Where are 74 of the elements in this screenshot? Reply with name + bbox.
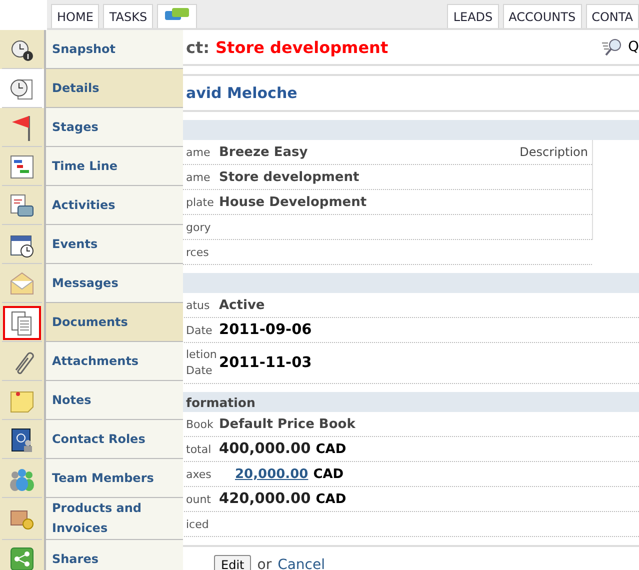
currency: CAD — [313, 466, 344, 482]
menu-item[interactable]: Shares — [46, 540, 183, 570]
menu-icon-cell[interactable] — [0, 108, 46, 147]
field-label: rces — [186, 244, 209, 261]
menu-item[interactable]: Attachments — [46, 342, 183, 381]
document-printer-icon — [8, 192, 36, 220]
project-name: Store development — [216, 38, 388, 56]
field-label: axes — [186, 466, 212, 483]
gantt-chart-icon — [8, 152, 36, 180]
menu-item[interactable]: Activities — [46, 186, 183, 225]
field-value: House Development — [219, 194, 367, 210]
field-label: iced — [186, 516, 209, 533]
field-label: plate — [186, 194, 214, 211]
field-value: Default Price Book — [219, 416, 356, 432]
menu-item[interactable]: Events — [46, 225, 183, 264]
field-label: ame — [186, 144, 210, 161]
menu-icon-cell[interactable] — [0, 303, 46, 342]
nav-tab[interactable]: HOME — [51, 4, 100, 28]
menu-item[interactable]: Time Line — [46, 147, 183, 186]
amount-link[interactable]: 20,000.00 — [235, 466, 308, 482]
menu-item[interactable]: Contact Roles — [46, 420, 183, 459]
envelope-icon — [8, 270, 36, 298]
field-label: ount — [186, 492, 211, 508]
field-value: 400,000.00 — [219, 441, 311, 457]
menu-icon-cell[interactable] — [0, 342, 46, 381]
nav-tab[interactable]: TASKS — [103, 4, 154, 28]
menu-icon-cell[interactable] — [0, 459, 46, 498]
nav-tab[interactable]: ACCOUNTS — [502, 4, 582, 28]
menu-icon-cell[interactable] — [0, 186, 46, 225]
field-value: Breeze Easy — [219, 144, 308, 160]
currency: CAD — [316, 492, 346, 506]
menu-icon-cell[interactable] — [0, 498, 46, 540]
field-value: 420,000.00 — [219, 491, 311, 507]
cancel-link[interactable]: Cancel — [278, 557, 326, 570]
nav-tab[interactable]: LEADS — [447, 4, 499, 28]
menu-icon-cell[interactable] — [0, 147, 46, 186]
page-title: ct: — [186, 38, 210, 56]
menu-icon-cell[interactable] — [0, 264, 46, 303]
project-owner: avid Meloche — [186, 84, 298, 102]
menu-icon-cell[interactable] — [0, 69, 46, 108]
edit-button[interactable]: Edit — [214, 555, 252, 570]
menu-item[interactable]: Details — [46, 69, 183, 108]
field-label: atus — [186, 298, 210, 314]
menu-item[interactable]: Notes — [46, 381, 183, 420]
quick-search-label[interactable]: Q — [628, 39, 639, 55]
search-icon[interactable] — [602, 38, 624, 56]
menu-item[interactable]: Snapshot — [46, 30, 183, 69]
section-title: formation — [186, 394, 256, 410]
chat-tab[interactable] — [157, 4, 198, 28]
menu-icon-cell[interactable] — [0, 30, 46, 69]
menu-item[interactable]: Products and Invoices — [46, 498, 183, 540]
menu-item[interactable]: Stages — [46, 108, 183, 147]
or-text: or — [257, 557, 272, 570]
field-label: letion Date — [186, 346, 217, 379]
field-value: 2011-11-03 — [219, 355, 312, 371]
field-value: 2011-09-06 — [219, 322, 312, 338]
menu-icon-cell[interactable] — [0, 225, 46, 264]
menu-icon-cell[interactable] — [0, 420, 46, 459]
currency: CAD — [316, 442, 346, 456]
field-value: Active — [219, 298, 265, 312]
menu-item[interactable]: Messages — [46, 264, 183, 303]
field-label: gory — [186, 220, 211, 236]
menu-item[interactable]: Team Members — [46, 459, 183, 498]
field-label: Book — [186, 416, 214, 433]
field-label: ame — [186, 170, 210, 186]
field-value: Store development — [219, 170, 360, 184]
chat-bubbles-icon — [164, 7, 190, 23]
menu-icon-cell[interactable] — [0, 381, 46, 420]
share-icon — [8, 545, 36, 570]
field-label: total — [186, 442, 212, 458]
field-label: Description — [520, 145, 589, 159]
menu-item[interactable]: Documents — [46, 303, 183, 342]
field-label: Date — [186, 322, 212, 339]
nav-tab[interactable]: CONTA — [586, 4, 639, 28]
